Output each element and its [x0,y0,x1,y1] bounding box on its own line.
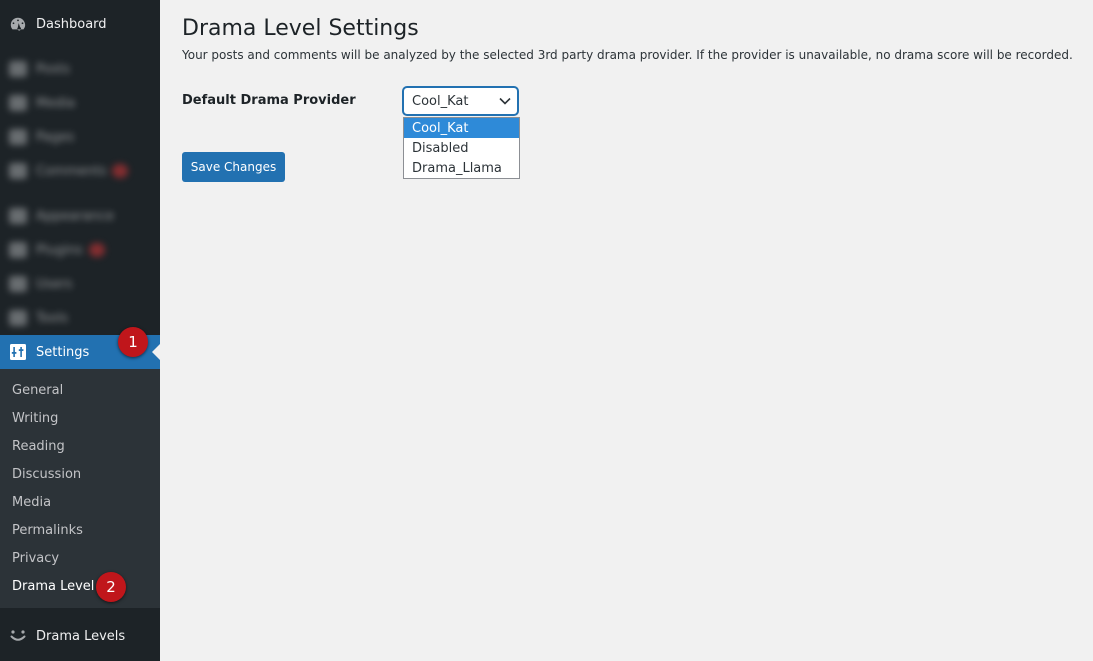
appearance-icon [0,208,36,224]
sidebar-item-label: Plugins [36,242,83,258]
sidebar-item-label: Pages [36,129,75,145]
sidebar-item-plugins[interactable]: Plugins [0,233,160,267]
sidebar-item-posts[interactable]: Posts [0,52,160,86]
posts-icon [0,61,36,77]
sidebar-item-label: Settings [36,344,90,360]
sidebar-item-label: Tools [36,310,69,326]
sidebar-item-label: Comments [36,163,107,179]
annotation-callout-1: 1 [118,327,148,357]
sidebar-item-dashboard[interactable]: Dashboard [0,7,160,41]
current-menu-arrow [152,344,160,360]
dashboard-icon [0,15,36,33]
submenu-item-privacy[interactable]: Privacy [12,551,59,566]
provider-option-disabled[interactable]: Disabled [404,138,519,158]
sidebar-item-pages[interactable]: Pages [0,120,160,154]
pages-icon [0,129,36,145]
tools-icon [0,310,36,326]
sidebar-item-label: Users [36,276,73,292]
provider-option-cool-kat[interactable]: Cool_Kat [404,118,519,138]
users-icon [0,276,36,292]
media-icon [0,95,36,111]
sidebar-item-users[interactable]: Users [0,267,160,301]
provider-dropdown-list: Cool_Kat Disabled Drama_Llama [403,117,520,179]
provider-select[interactable]: Cool_Kat [403,87,518,115]
settings-icon [0,344,36,360]
submenu-item-writing[interactable]: Writing [12,411,58,426]
provider-select-value: Cool_Kat [412,93,469,109]
sidebar-item-drama-levels[interactable]: Drama Levels [0,619,160,653]
submenu-item-discussion[interactable]: Discussion [12,467,81,482]
comments-icon [0,163,36,179]
save-changes-button[interactable]: Save Changes [182,152,285,182]
provider-field-label: Default Drama Provider [182,93,356,108]
sidebar-item-comments[interactable]: Comments [0,154,160,188]
sidebar-item-label: Media [36,95,76,111]
page-title: Drama Level Settings [182,16,419,41]
chevron-down-icon [499,97,511,105]
sidebar-item-appearance[interactable]: Appearance [0,199,160,233]
submenu-item-media[interactable]: Media [12,495,51,510]
smile-icon [0,629,36,643]
notification-badge [88,243,105,257]
annotation-callout-2: 2 [96,572,126,602]
submenu-item-permalinks[interactable]: Permalinks [12,523,83,538]
provider-option-drama-llama[interactable]: Drama_Llama [404,158,519,178]
sidebar-item-label: Dashboard [36,16,107,32]
submenu-item-reading[interactable]: Reading [12,439,65,454]
submenu-item-general[interactable]: General [12,383,63,398]
page-description: Your posts and comments will be analyzed… [182,48,1073,62]
settings-submenu: General Writing Reading Discussion Media… [0,369,160,608]
notification-badge [112,164,129,178]
sidebar-item-label: Drama Levels [36,628,126,644]
plugins-icon [0,242,36,258]
sidebar-item-media[interactable]: Media [0,86,160,120]
sidebar-item-label: Posts [36,61,70,77]
sidebar-item-label: Appearance [36,208,115,224]
submenu-item-drama-level[interactable]: Drama Level [12,579,94,594]
